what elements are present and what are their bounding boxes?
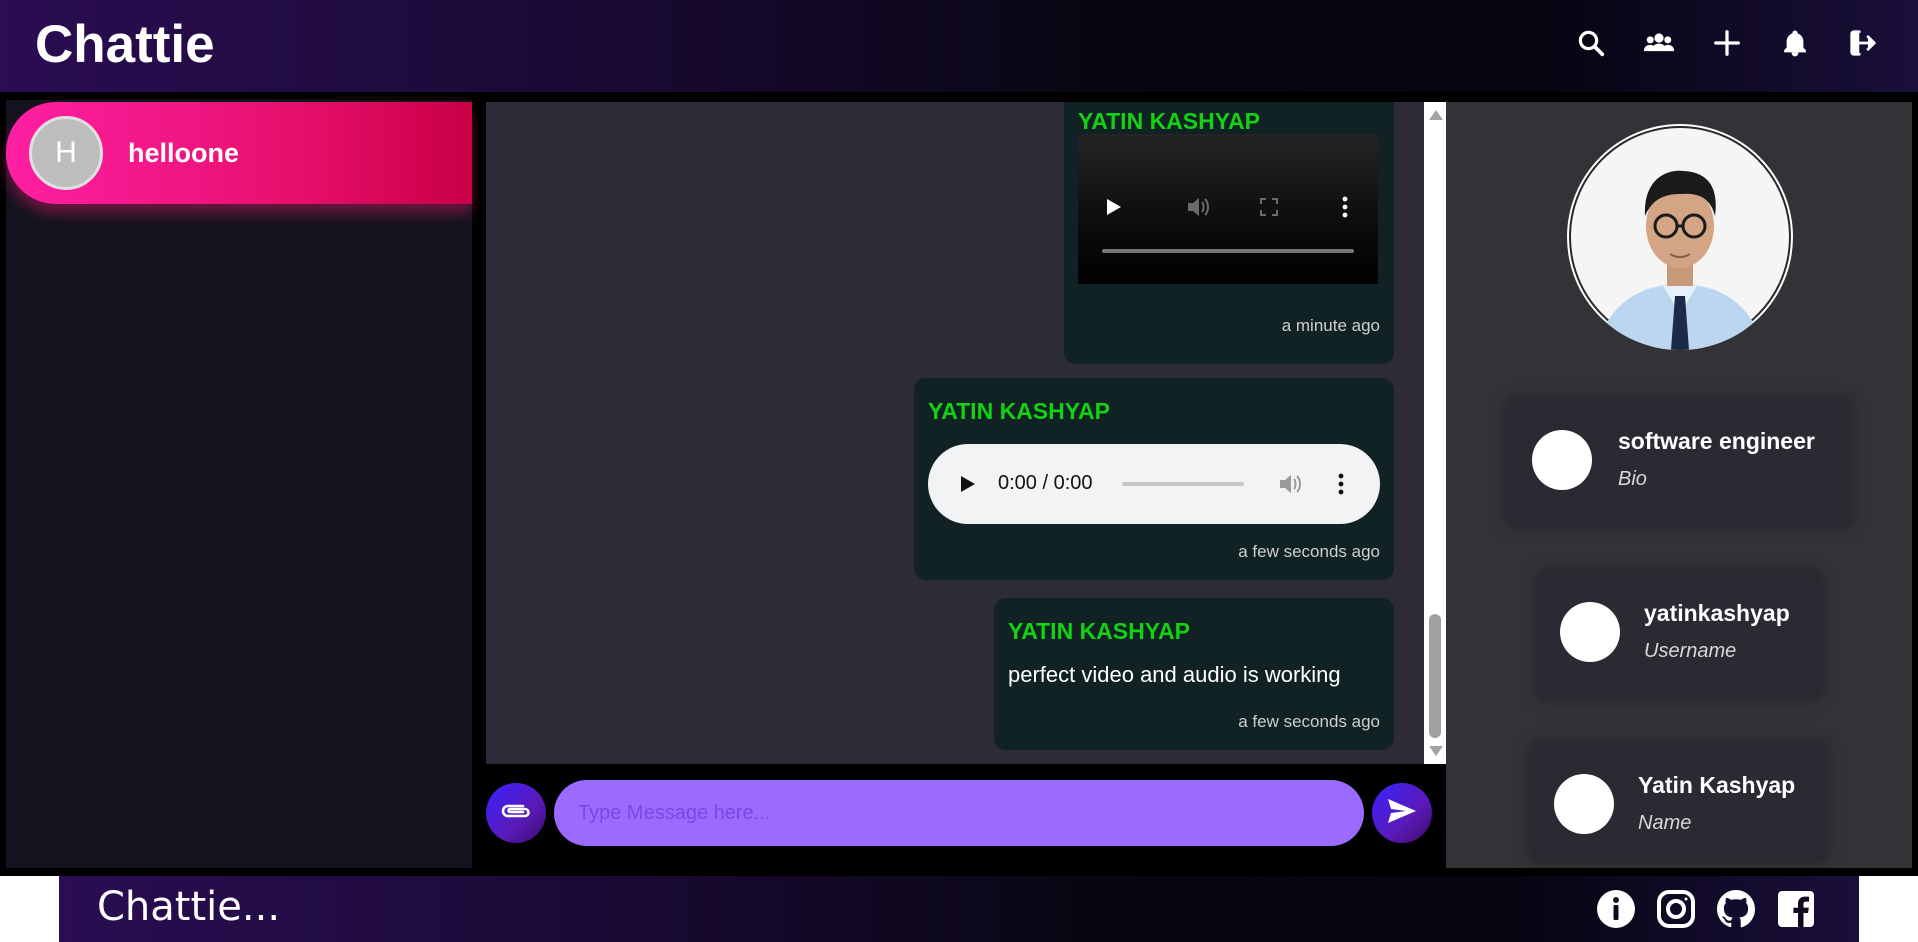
video-progress-bar[interactable] [1102,249,1354,253]
audio-progress-bar[interactable] [1122,482,1244,486]
app-title: Chattie [35,15,215,74]
message-input[interactable] [554,780,1364,846]
bio-label: Bio [1618,468,1647,490]
chat-list-item-helloone[interactable]: H helloone [6,102,472,204]
info-icon[interactable] [1595,888,1637,930]
message-author: YATIN KASHYAP [928,398,1110,424]
name-icon [1554,774,1614,834]
paperclip-icon [499,801,533,826]
scrollbar-thumb[interactable] [1429,614,1441,738]
bio-icon [1532,430,1592,490]
app-footer: Chattie... [59,876,1859,942]
video-player[interactable] [1078,134,1378,284]
name-label: Name [1638,812,1692,834]
send-button[interactable] [1372,783,1432,843]
profile-bio-card: software engineer Bio [1506,398,1852,528]
username-icon [1560,602,1620,662]
message-author: YATIN KASHYAP [1078,108,1260,134]
header-actions [1574,26,1880,60]
github-icon[interactable] [1715,888,1757,930]
username-value: yatinkashyap [1644,600,1790,626]
message-timestamp: a few seconds ago [1238,712,1380,731]
footer-margin-left [0,876,59,942]
message-timestamp: a few seconds ago [1238,542,1380,561]
app-header: Chattie [0,0,1918,92]
profile-photo [1567,124,1793,350]
footer-links [1595,888,1817,930]
username-label: Username [1644,640,1737,662]
avatar: H [29,116,103,190]
footer-brand: Chattie... [97,884,281,930]
attach-button[interactable] [486,783,546,843]
play-icon[interactable] [960,475,976,498]
message-text: perfect video and audio is working [1008,662,1341,687]
message-timestamp: a minute ago [1281,316,1380,335]
message-scrollbar[interactable] [1424,102,1446,764]
logout-icon[interactable] [1846,26,1880,60]
instagram-icon[interactable] [1655,888,1697,930]
fullscreen-icon[interactable] [1260,198,1278,221]
profile-panel: software engineer Bio yatinkashyap Usern… [1446,102,1912,868]
volume-icon[interactable] [1278,473,1302,500]
more-options-icon[interactable] [1342,196,1348,223]
message-bubble-video: YATIN KASHYAP a minute ago [1064,102,1394,364]
scroll-down-arrow-icon[interactable] [1429,746,1443,756]
play-icon[interactable] [1106,198,1122,221]
name-value: Yatin Kashyap [1638,772,1796,798]
send-icon [1386,797,1418,830]
profile-name-card: Yatin Kashyap Name [1530,742,1828,862]
message-bubble-audio: YATIN KASHYAP 0:00 / 0:00 a few seconds … [914,378,1394,580]
footer-margin-right [1859,876,1918,942]
bell-icon[interactable] [1778,26,1812,60]
audio-player[interactable]: 0:00 / 0:00 [928,444,1380,524]
message-bubble-text: YATIN KASHYAP perfect video and audio is… [994,598,1394,750]
plus-icon[interactable] [1710,26,1744,60]
chat-list-sidebar: H helloone [6,100,472,868]
scroll-up-arrow-icon[interactable] [1429,110,1443,120]
volume-icon[interactable] [1186,196,1210,223]
chat-name: helloone [128,138,240,168]
message-author: YATIN KASHYAP [1008,618,1190,644]
bio-value: software engineer [1618,428,1815,454]
profile-username-card: yatinkashyap Username [1536,570,1822,700]
facebook-icon[interactable] [1775,888,1817,930]
group-icon[interactable] [1642,26,1676,60]
more-options-icon[interactable] [1338,473,1344,500]
chat-panel: YATIN KASHYAP a minute ago YATIN KASHYAP… [478,96,1446,876]
message-list[interactable]: YATIN KASHYAP a minute ago YATIN KASHYAP… [486,102,1424,764]
audio-time: 0:00 / 0:00 [998,472,1093,494]
search-icon[interactable] [1574,26,1608,60]
